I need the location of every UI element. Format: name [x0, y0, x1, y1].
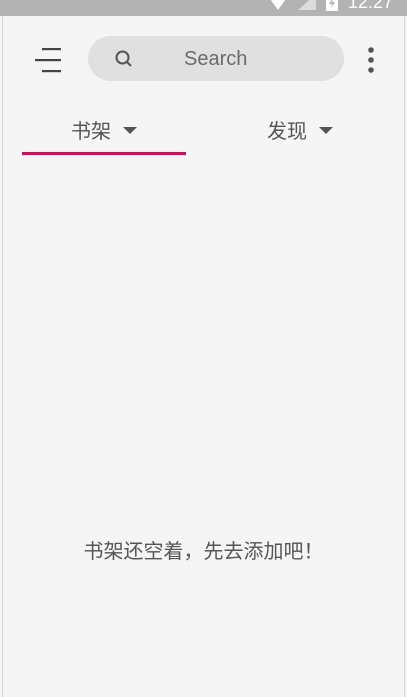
dropdown-arrow-icon: [319, 126, 333, 134]
tab-indicator: [22, 152, 186, 155]
tab-bar: 书架 发现: [0, 104, 407, 160]
status-icons: 12:27: [268, 0, 393, 12]
tab-discover-label: 发现: [267, 118, 307, 143]
signal-icon: [297, 0, 316, 10]
battery-icon: [325, 0, 338, 11]
tab-bookshelf[interactable]: 书架: [22, 104, 186, 154]
toolbar: Search: [0, 16, 407, 104]
overflow-menu-button[interactable]: [358, 42, 384, 78]
tab-discover[interactable]: 发现: [210, 104, 390, 154]
menu-button[interactable]: [26, 42, 66, 78]
more-vert-icon: [368, 47, 374, 73]
status-time: 12:27: [347, 0, 393, 12]
dropdown-arrow-icon: [123, 126, 137, 134]
tab-bookshelf-label: 书架: [71, 118, 111, 143]
menu-icon: [35, 48, 61, 73]
empty-shelf-message: 书架还空着，先去添加吧！: [83, 539, 324, 563]
status-bar: 12:27: [0, 0, 407, 16]
search-bar[interactable]: Search: [88, 36, 344, 81]
search-placeholder: Search: [184, 48, 248, 70]
wifi-icon: [270, 0, 286, 10]
search-icon: [115, 50, 132, 67]
